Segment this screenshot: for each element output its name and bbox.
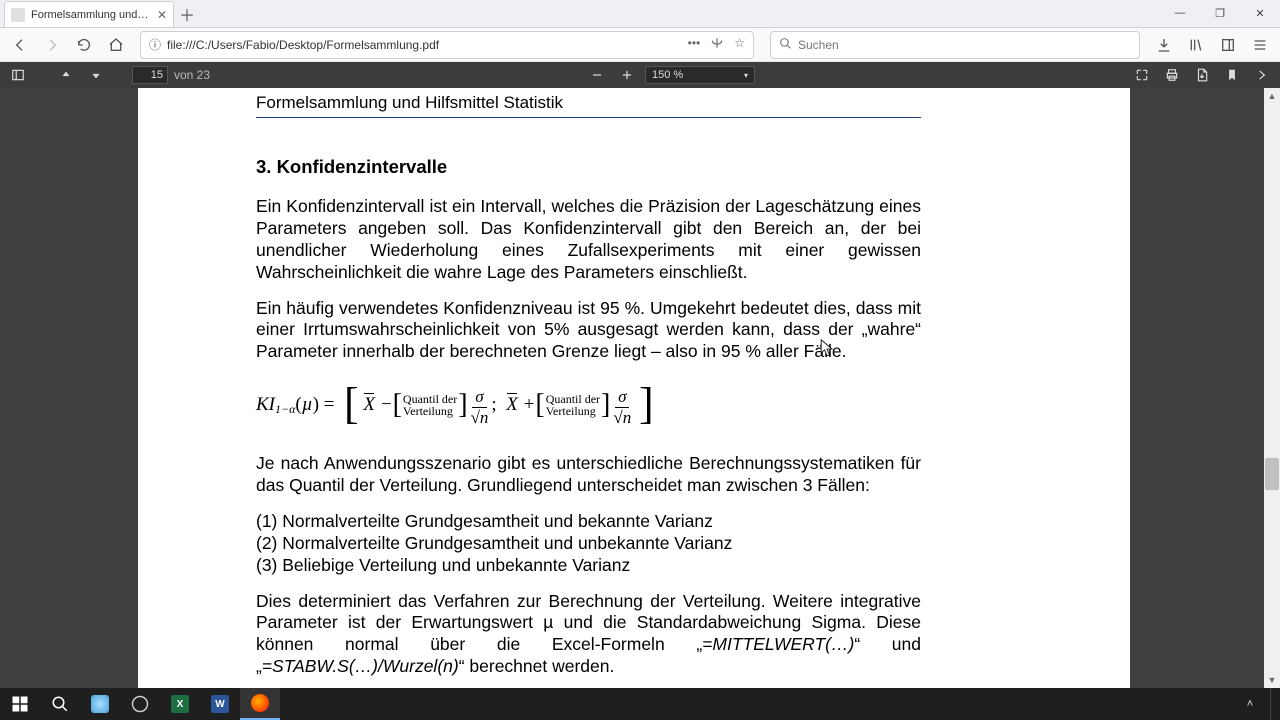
sidebar-button[interactable] — [1214, 31, 1242, 59]
home-button[interactable] — [102, 31, 130, 59]
bookmark-page-button[interactable] — [1220, 64, 1244, 86]
taskbar-word[interactable]: W — [200, 688, 240, 720]
presentation-button[interactable] — [1130, 64, 1154, 86]
chevron-down-icon: ▾ — [744, 71, 748, 80]
browser-nav-bar: ⓘ file:///C:/Users/Fabio/Desktop/Formels… — [0, 28, 1280, 62]
scroll-thumb[interactable] — [1265, 458, 1279, 490]
url-text: file:///C:/Users/Fabio/Desktop/Formelsam… — [167, 38, 682, 52]
page-down-button[interactable] — [84, 64, 108, 86]
taskbar-app-2[interactable] — [120, 688, 160, 720]
reader-mode-icon[interactable] — [710, 36, 724, 53]
reload-button[interactable] — [70, 31, 98, 59]
pdf-page: Formelsammlung und Hilfsmittel Statistik… — [138, 88, 1130, 688]
page-count-label: von 23 — [174, 68, 210, 82]
downloads-button[interactable] — [1150, 31, 1178, 59]
windows-taskbar: X W ˄ — [0, 688, 1280, 720]
browser-tab-strip: Formelsammlung und Hilfsmittel S ✕ ＋ — ❐… — [0, 0, 1280, 28]
bookmark-star-icon[interactable]: ☆ — [734, 36, 745, 53]
page-number-input[interactable] — [132, 66, 168, 84]
confidence-interval-formula: KI1−α(µ) = [ X −[Quantil derVerteilung]σ… — [256, 377, 921, 433]
forward-button[interactable] — [38, 31, 66, 59]
back-button[interactable] — [6, 31, 34, 59]
pdf-viewer: Formelsammlung und Hilfsmittel Statistik… — [0, 88, 1280, 688]
start-button[interactable] — [0, 688, 40, 720]
scroll-down-icon[interactable]: ▼ — [1264, 672, 1280, 688]
url-bar[interactable]: ⓘ file:///C:/Users/Fabio/Desktop/Formels… — [140, 31, 754, 59]
taskbar-firefox[interactable] — [240, 688, 280, 720]
zoom-select[interactable]: 150 % ▾ — [645, 66, 755, 84]
library-button[interactable] — [1182, 31, 1210, 59]
vertical-scrollbar[interactable]: ▲ ▼ — [1264, 88, 1280, 688]
case-list: (1) Normalverteilte Grundgesamtheit und … — [256, 511, 921, 577]
search-taskbar-button[interactable] — [40, 688, 80, 720]
doc-running-header: Formelsammlung und Hilfsmittel Statistik — [256, 93, 921, 118]
pdf-toolbar: von 23 150 % ▾ — [0, 62, 1280, 88]
section-heading: 3. Konfidenzintervalle — [256, 156, 921, 178]
page-actions-icon[interactable]: ••• — [688, 36, 701, 53]
tray-chevron-icon[interactable]: ˄ — [1242, 696, 1258, 712]
minimize-button[interactable]: — — [1160, 0, 1200, 27]
new-tab-button[interactable]: ＋ — [174, 1, 200, 27]
system-tray: ˄ — [1242, 688, 1280, 720]
menu-button[interactable] — [1246, 31, 1274, 59]
paragraph-4: Dies determiniert das Verfahren zur Bere… — [256, 591, 921, 679]
paragraph-2: Ein häufig verwendetes Konfidenzniveau i… — [256, 298, 921, 364]
case-1: (1) Normalverteilte Grundgesamtheit und … — [256, 511, 921, 533]
window-controls: — ❐ ✕ — [1160, 0, 1280, 27]
close-window-button[interactable]: ✕ — [1240, 0, 1280, 27]
close-tab-icon[interactable]: ✕ — [157, 8, 167, 22]
pdf-tools-button[interactable] — [1250, 64, 1274, 86]
pdf-favicon-icon — [11, 8, 25, 22]
search-input[interactable] — [798, 38, 1131, 52]
tab-title: Formelsammlung und Hilfsmittel S — [31, 9, 151, 21]
show-desktop-button[interactable] — [1270, 688, 1276, 720]
paragraph-1: Ein Konfidenzintervall ist ein Intervall… — [256, 196, 921, 284]
download-pdf-button[interactable] — [1190, 64, 1214, 86]
print-button[interactable] — [1160, 64, 1184, 86]
taskbar-excel[interactable]: X — [160, 688, 200, 720]
page-up-button[interactable] — [54, 64, 78, 86]
zoom-out-button[interactable] — [585, 64, 609, 86]
paragraph-3: Je nach Anwendungsszenario gibt es unter… — [256, 453, 921, 497]
search-box[interactable] — [770, 31, 1140, 59]
case-3: (3) Beliebige Verteilung und unbekannte … — [256, 555, 921, 577]
toggle-sidebar-button[interactable] — [6, 64, 30, 86]
browser-tab[interactable]: Formelsammlung und Hilfsmittel S ✕ — [4, 1, 174, 27]
taskbar-app-1[interactable] — [80, 688, 120, 720]
scroll-up-icon[interactable]: ▲ — [1264, 88, 1280, 104]
zoom-in-button[interactable] — [615, 64, 639, 86]
search-icon — [779, 37, 792, 53]
case-2: (2) Normalverteilte Grundgesamtheit und … — [256, 533, 921, 555]
zoom-value: 150 % — [652, 69, 683, 81]
maximize-button[interactable]: ❐ — [1200, 0, 1240, 27]
site-info-icon[interactable]: ⓘ — [149, 36, 161, 53]
